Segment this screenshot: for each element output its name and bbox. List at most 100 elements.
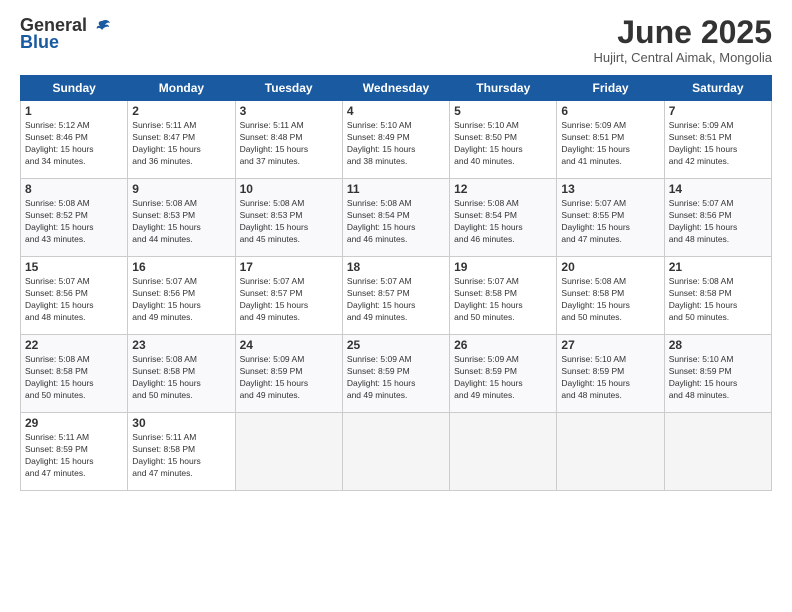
page: General Blue June 2025 Hujirt, Central A… bbox=[0, 0, 792, 612]
table-cell: 12Sunrise: 5:08 AM Sunset: 8:54 PM Dayli… bbox=[450, 179, 557, 257]
day-number: 11 bbox=[347, 182, 445, 196]
day-number: 4 bbox=[347, 104, 445, 118]
table-cell: 21 Sunrise: 5:08 AM Sunset: 8:58 PM Dayli… bbox=[664, 257, 771, 335]
day-number: 13 bbox=[561, 182, 659, 196]
day-info: Sunrise: 5:10 AM Sunset: 8:49 PM Dayligh… bbox=[347, 120, 445, 168]
table-cell bbox=[557, 413, 664, 491]
day-number: 1 bbox=[25, 104, 123, 118]
col-sunday: Sunday bbox=[21, 76, 128, 101]
day-info: Sunrise: 5:07 AM Sunset: 8:57 PM Dayligh… bbox=[347, 276, 445, 324]
location: Hujirt, Central Aimak, Mongolia bbox=[594, 50, 772, 65]
day-info: Sunrise: 5:10 AM Sunset: 8:59 PM Dayligh… bbox=[669, 354, 767, 402]
logo-blue: Blue bbox=[20, 32, 59, 53]
table-cell: 8 Sunrise: 5:08 AM Sunset: 8:52 PM Daylig… bbox=[21, 179, 128, 257]
calendar-row: 8 Sunrise: 5:08 AM Sunset: 8:52 PM Daylig… bbox=[21, 179, 772, 257]
col-tuesday: Tuesday bbox=[235, 76, 342, 101]
day-info: Sunrise: 5:07 AM Sunset: 8:55 PM Dayligh… bbox=[561, 198, 659, 246]
day-info: Sunrise: 5:11 AM Sunset: 8:48 PM Dayligh… bbox=[240, 120, 338, 168]
table-cell: 25 Sunrise: 5:09 AM Sunset: 8:59 PM Dayli… bbox=[342, 335, 449, 413]
day-number: 24 bbox=[240, 338, 338, 352]
calendar-row: 1 Sunrise: 5:12 AM Sunset: 8:46 PM Daylig… bbox=[21, 101, 772, 179]
col-monday: Monday bbox=[128, 76, 235, 101]
day-number: 18 bbox=[347, 260, 445, 274]
day-number: 28 bbox=[669, 338, 767, 352]
logo-bird-icon bbox=[93, 18, 111, 36]
table-cell: 15 Sunrise: 5:07 AM Sunset: 8:56 PM Dayli… bbox=[21, 257, 128, 335]
table-cell: 5Sunrise: 5:10 AM Sunset: 8:50 PM Daylig… bbox=[450, 101, 557, 179]
table-cell: 30 Sunrise: 5:11 AM Sunset: 8:58 PM Dayli… bbox=[128, 413, 235, 491]
day-number: 16 bbox=[132, 260, 230, 274]
day-number: 27 bbox=[561, 338, 659, 352]
day-info: Sunrise: 5:09 AM Sunset: 8:51 PM Dayligh… bbox=[561, 120, 659, 168]
day-info: Sunrise: 5:11 AM Sunset: 8:47 PM Dayligh… bbox=[132, 120, 230, 168]
day-info: Sunrise: 5:09 AM Sunset: 8:59 PM Dayligh… bbox=[454, 354, 552, 402]
day-info: Sunrise: 5:11 AM Sunset: 8:58 PM Dayligh… bbox=[132, 432, 230, 480]
day-info: Sunrise: 5:09 AM Sunset: 8:59 PM Dayligh… bbox=[347, 354, 445, 402]
day-info: Sunrise: 5:08 AM Sunset: 8:58 PM Dayligh… bbox=[561, 276, 659, 324]
table-cell: 2 Sunrise: 5:11 AM Sunset: 8:47 PM Daylig… bbox=[128, 101, 235, 179]
day-number: 23 bbox=[132, 338, 230, 352]
table-cell: 27 Sunrise: 5:10 AM Sunset: 8:59 PM Dayli… bbox=[557, 335, 664, 413]
table-cell: 28 Sunrise: 5:10 AM Sunset: 8:59 PM Dayli… bbox=[664, 335, 771, 413]
table-cell: 10 Sunrise: 5:08 AM Sunset: 8:53 PM Dayli… bbox=[235, 179, 342, 257]
table-cell: 17 Sunrise: 5:07 AM Sunset: 8:57 PM Dayli… bbox=[235, 257, 342, 335]
table-cell: 24 Sunrise: 5:09 AM Sunset: 8:59 PM Dayli… bbox=[235, 335, 342, 413]
calendar: Sunday Monday Tuesday Wednesday Thursday… bbox=[20, 75, 772, 491]
calendar-header-row: Sunday Monday Tuesday Wednesday Thursday… bbox=[21, 76, 772, 101]
day-number: 3 bbox=[240, 104, 338, 118]
table-cell: 23 Sunrise: 5:08 AM Sunset: 8:58 PM Dayli… bbox=[128, 335, 235, 413]
day-info: Sunrise: 5:12 AM Sunset: 8:46 PM Dayligh… bbox=[25, 120, 123, 168]
logo: General Blue bbox=[20, 15, 111, 53]
day-number: 12 bbox=[454, 182, 552, 196]
day-number: 22 bbox=[25, 338, 123, 352]
table-cell: 20Sunrise: 5:08 AM Sunset: 8:58 PM Dayli… bbox=[557, 257, 664, 335]
day-number: 15 bbox=[25, 260, 123, 274]
day-info: Sunrise: 5:08 AM Sunset: 8:53 PM Dayligh… bbox=[240, 198, 338, 246]
day-number: 9 bbox=[132, 182, 230, 196]
day-info: Sunrise: 5:07 AM Sunset: 8:56 PM Dayligh… bbox=[25, 276, 123, 324]
table-cell: 4 Sunrise: 5:10 AM Sunset: 8:49 PM Daylig… bbox=[342, 101, 449, 179]
day-info: Sunrise: 5:10 AM Sunset: 8:59 PM Dayligh… bbox=[561, 354, 659, 402]
col-thursday: Thursday bbox=[450, 76, 557, 101]
month-title: June 2025 bbox=[594, 15, 772, 50]
table-cell: 18 Sunrise: 5:07 AM Sunset: 8:57 PM Dayli… bbox=[342, 257, 449, 335]
day-number: 2 bbox=[132, 104, 230, 118]
table-cell: 29 Sunrise: 5:11 AM Sunset: 8:59 PM Dayli… bbox=[21, 413, 128, 491]
day-number: 30 bbox=[132, 416, 230, 430]
title-area: June 2025 Hujirt, Central Aimak, Mongoli… bbox=[594, 15, 772, 65]
header: General Blue June 2025 Hujirt, Central A… bbox=[20, 15, 772, 65]
table-cell bbox=[664, 413, 771, 491]
table-cell: 19Sunrise: 5:07 AM Sunset: 8:58 PM Dayli… bbox=[450, 257, 557, 335]
calendar-row: 29 Sunrise: 5:11 AM Sunset: 8:59 PM Dayli… bbox=[21, 413, 772, 491]
day-number: 29 bbox=[25, 416, 123, 430]
day-info: Sunrise: 5:08 AM Sunset: 8:58 PM Dayligh… bbox=[132, 354, 230, 402]
table-cell: 6Sunrise: 5:09 AM Sunset: 8:51 PM Daylig… bbox=[557, 101, 664, 179]
table-cell bbox=[235, 413, 342, 491]
table-cell: 1 Sunrise: 5:12 AM Sunset: 8:46 PM Daylig… bbox=[21, 101, 128, 179]
day-info: Sunrise: 5:08 AM Sunset: 8:52 PM Dayligh… bbox=[25, 198, 123, 246]
day-number: 25 bbox=[347, 338, 445, 352]
table-cell bbox=[342, 413, 449, 491]
day-number: 26 bbox=[454, 338, 552, 352]
day-info: Sunrise: 5:09 AM Sunset: 8:59 PM Dayligh… bbox=[240, 354, 338, 402]
day-info: Sunrise: 5:07 AM Sunset: 8:57 PM Dayligh… bbox=[240, 276, 338, 324]
day-info: Sunrise: 5:11 AM Sunset: 8:59 PM Dayligh… bbox=[25, 432, 123, 480]
day-info: Sunrise: 5:07 AM Sunset: 8:56 PM Dayligh… bbox=[669, 198, 767, 246]
table-cell: 11 Sunrise: 5:08 AM Sunset: 8:54 PM Dayli… bbox=[342, 179, 449, 257]
col-wednesday: Wednesday bbox=[342, 76, 449, 101]
day-info: Sunrise: 5:08 AM Sunset: 8:53 PM Dayligh… bbox=[132, 198, 230, 246]
table-cell: 9 Sunrise: 5:08 AM Sunset: 8:53 PM Daylig… bbox=[128, 179, 235, 257]
day-number: 17 bbox=[240, 260, 338, 274]
day-number: 21 bbox=[669, 260, 767, 274]
table-cell: 22Sunrise: 5:08 AM Sunset: 8:58 PM Dayli… bbox=[21, 335, 128, 413]
day-number: 10 bbox=[240, 182, 338, 196]
day-number: 8 bbox=[25, 182, 123, 196]
day-number: 19 bbox=[454, 260, 552, 274]
day-info: Sunrise: 5:08 AM Sunset: 8:58 PM Dayligh… bbox=[669, 276, 767, 324]
day-info: Sunrise: 5:08 AM Sunset: 8:54 PM Dayligh… bbox=[347, 198, 445, 246]
table-cell: 13 Sunrise: 5:07 AM Sunset: 8:55 PM Dayli… bbox=[557, 179, 664, 257]
table-cell: 26 Sunrise: 5:09 AM Sunset: 8:59 PM Dayli… bbox=[450, 335, 557, 413]
table-cell: 16Sunrise: 5:07 AM Sunset: 8:56 PM Dayli… bbox=[128, 257, 235, 335]
calendar-row: 22 Sunrise: 5:08 AM Sunset: 8:58 PM Dayli… bbox=[21, 335, 772, 413]
col-saturday: Saturday bbox=[664, 76, 771, 101]
